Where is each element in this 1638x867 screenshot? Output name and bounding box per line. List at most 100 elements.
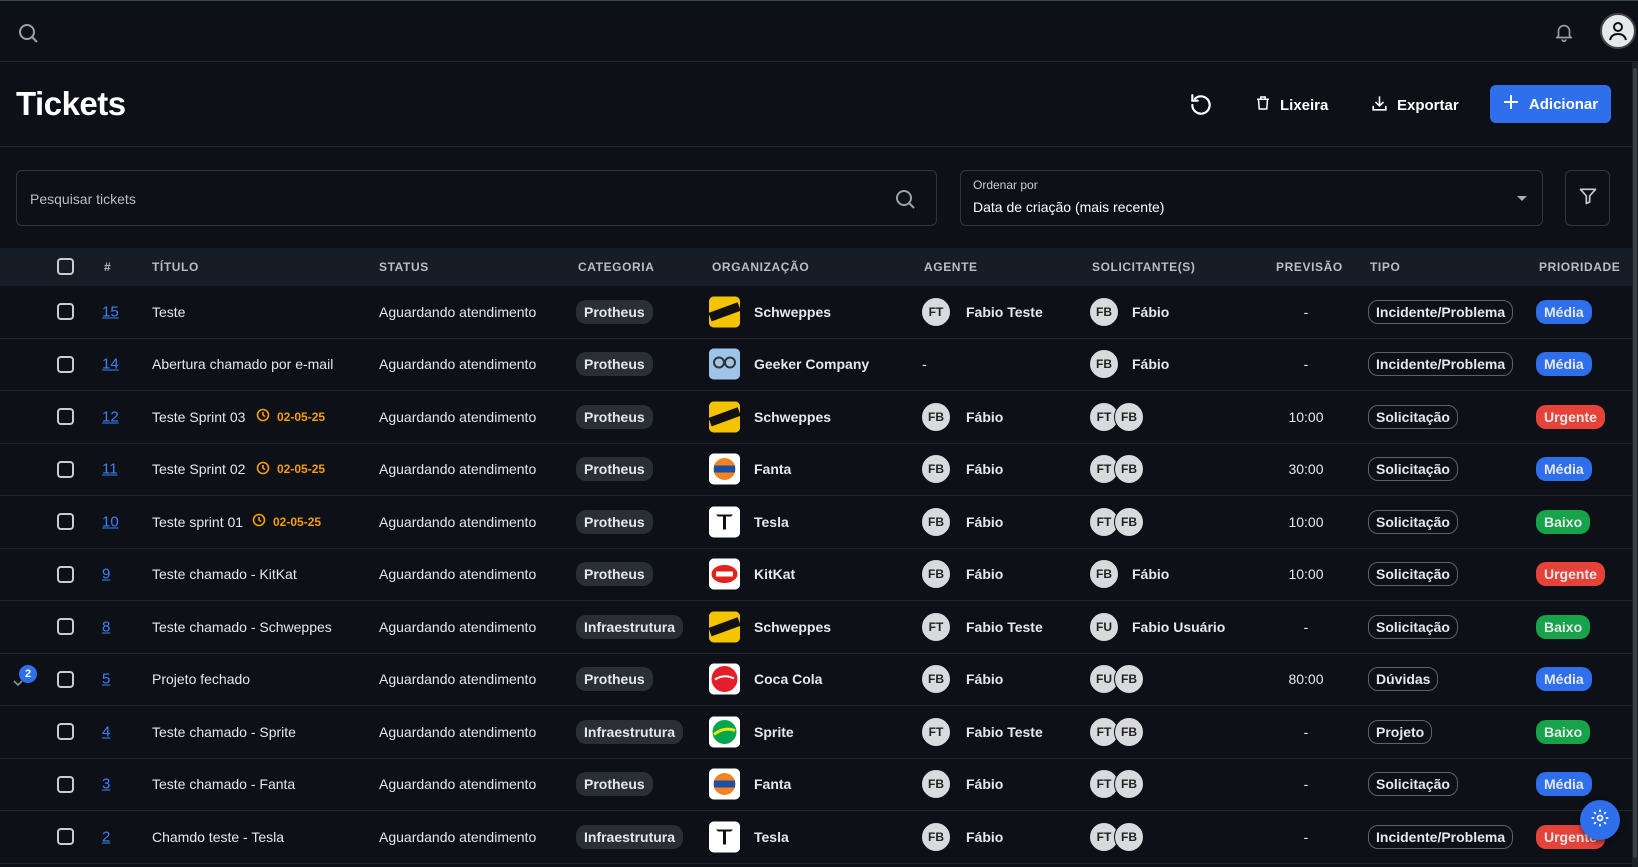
col-organizacao[interactable]: ORGANIZAÇÃO [712,260,809,274]
ticket-title[interactable]: Teste Sprint 02 [152,461,245,477]
table-row[interactable]: 2 Chamdo teste - Tesla Aguardando atendime… [0,811,1632,864]
agent-avatar: FT [921,296,951,327]
row-checkbox[interactable] [57,828,74,845]
ticket-number-link[interactable]: 9 [102,566,110,583]
lixeira-button[interactable]: Lixeira [1254,88,1328,122]
refresh-icon[interactable] [1188,92,1214,118]
ticket-title[interactable]: Teste sprint 01 [152,514,243,530]
table-row[interactable]: 9 Teste chamado - KitKat Aguardando atendi… [0,549,1632,601]
row-checkbox[interactable] [57,408,74,425]
category-chip: Protheus [576,667,653,692]
order-select[interactable]: Ordenar por Data de criação (mais recent… [960,170,1543,226]
row-checkbox[interactable] [57,460,74,478]
tipo-chip: Solicitação [1368,404,1458,429]
row-checkbox[interactable] [57,565,74,583]
ticket-number-link[interactable]: 2 [102,828,110,845]
sprite-logo [709,716,740,748]
user-avatar-icon[interactable] [1600,13,1636,49]
ticket-title[interactable]: Teste chamado - Schweppes [152,619,332,635]
search-icon[interactable] [16,21,40,45]
agent-avatar: FB [921,664,951,695]
col-num[interactable]: # [104,260,111,274]
row-checkbox[interactable] [57,618,74,635]
col-categoria[interactable]: CATEGORIA [578,260,655,274]
category-chip: Protheus [576,457,653,482]
table-row[interactable]: 10 Teste sprint 01 02-05-25 Aguardando ate… [0,496,1632,549]
table-header: # TÍTULO STATUS CATEGORIA ORGANIZAÇÃO AG… [0,248,1632,286]
agent-name: Fábio [966,776,1004,793]
tipo-chip: Projeto [1368,719,1433,744]
search-icon[interactable] [893,187,917,211]
row-checkbox[interactable] [57,775,74,793]
ticket-title[interactable]: Teste chamado - KitKat [152,566,297,582]
tipo-chip: Incidente/Problema [1368,824,1514,849]
previsao-value: 10:00 [1288,408,1324,425]
row-checkbox[interactable] [57,723,74,740]
filter-icon [1578,186,1598,211]
table-row[interactable]: 3 Teste chamado - Fanta Aguardando atendim… [0,759,1632,811]
ticket-number-link[interactable]: 4 [102,723,110,740]
ticket-title[interactable]: Teste Sprint 03 [152,409,245,425]
ticket-number-link[interactable]: 10 [102,513,119,530]
filter-button[interactable] [1565,170,1610,226]
table-row[interactable]: 14 Abertura chamado por e-mail Aguardando … [0,339,1632,391]
ticket-number-link[interactable]: 5 [102,671,110,688]
table-row[interactable]: 8 Teste chamado - Schweppes Aguardando ate… [0,601,1632,654]
table-row[interactable]: 11 Teste Sprint 02 02-05-25 Aguardando ate… [0,444,1632,496]
ticket-title[interactable]: Teste [152,304,185,320]
row-checkbox[interactable] [57,355,74,373]
agent-avatar: FT [921,716,951,747]
requester-avatar: FB [1089,559,1119,590]
requester-avatar: FB [1114,401,1144,432]
tipo-chip: Solicitação [1368,614,1458,639]
scrollbar[interactable] [1632,62,1638,867]
bell-icon[interactable] [1553,21,1577,45]
select-all-checkbox[interactable] [57,258,74,275]
agent-name: Fábio [966,461,1004,478]
row-checkbox[interactable] [57,513,74,530]
requester-avatar: FU [1089,611,1119,642]
col-agente[interactable]: AGENTE [924,260,978,274]
due-date: 02-05-25 [251,512,321,531]
previsao-value: 10:00 [1288,513,1324,530]
row-checkbox[interactable] [57,303,74,320]
tipo-chip: Solicitação [1368,509,1458,534]
ticket-number-link[interactable]: 11 [102,461,118,478]
search-input[interactable] [30,187,870,211]
ticket-number-link[interactable]: 12 [102,408,119,425]
exportar-button[interactable]: Exportar [1370,88,1459,122]
ticket-number-link[interactable]: 14 [102,356,119,373]
ticket-title[interactable]: Chamdo teste - Tesla [152,829,284,845]
row-checkbox[interactable] [57,670,74,688]
col-titulo[interactable]: TÍTULO [152,260,199,274]
ticket-number-link[interactable]: 3 [102,776,110,793]
priority-badge: Média [1536,299,1592,324]
ticket-title[interactable]: Abertura chamado por e-mail [152,356,333,372]
table-row[interactable]: 15 Teste Aguardando atendimento Protheus Sch… [0,286,1632,339]
ticket-title[interactable]: Projeto fechado [152,671,250,687]
category-chip: Protheus [576,772,653,797]
ticket-title[interactable]: Teste chamado - Sprite [152,724,296,740]
col-tipo[interactable]: TIPO [1370,260,1400,274]
ticket-title[interactable]: Teste chamado - Fanta [152,776,295,792]
col-status[interactable]: STATUS [379,260,429,274]
ticket-number-link[interactable]: 8 [102,618,110,635]
col-prioridade[interactable]: PRIORIDADE [1539,260,1620,274]
adicionar-button[interactable]: Adicionar [1490,85,1611,123]
col-solicitante[interactable]: SOLICITANTE(S) [1092,260,1196,274]
status-text: Aguardando atendimento [379,776,537,793]
table-row[interactable]: 12 Teste Sprint 03 02-05-25 Aguardando ate… [0,391,1632,444]
table-row[interactable]: 5 Projeto fechado Aguardando atendimento Pr… [0,654,1632,706]
category-chip: Protheus [576,509,653,534]
agent-avatar: FB [921,769,951,800]
table-row[interactable]: 4 Teste chamado - Sprite Aguardando atendi… [0,706,1632,759]
requester-avatar: FB [1114,769,1144,800]
tipo-chip: Incidente/Problema [1368,299,1514,324]
ticket-number-link[interactable]: 15 [102,303,119,320]
settings-fab-button[interactable] [1580,800,1620,840]
organization-name: Tesla [754,828,789,845]
tesla-logo [709,506,740,538]
tipo-chip: Incidente/Problema [1368,352,1514,377]
col-previsao[interactable]: PREVISÃO [1276,260,1343,274]
expand-count-badge[interactable]: 2 [19,665,37,683]
